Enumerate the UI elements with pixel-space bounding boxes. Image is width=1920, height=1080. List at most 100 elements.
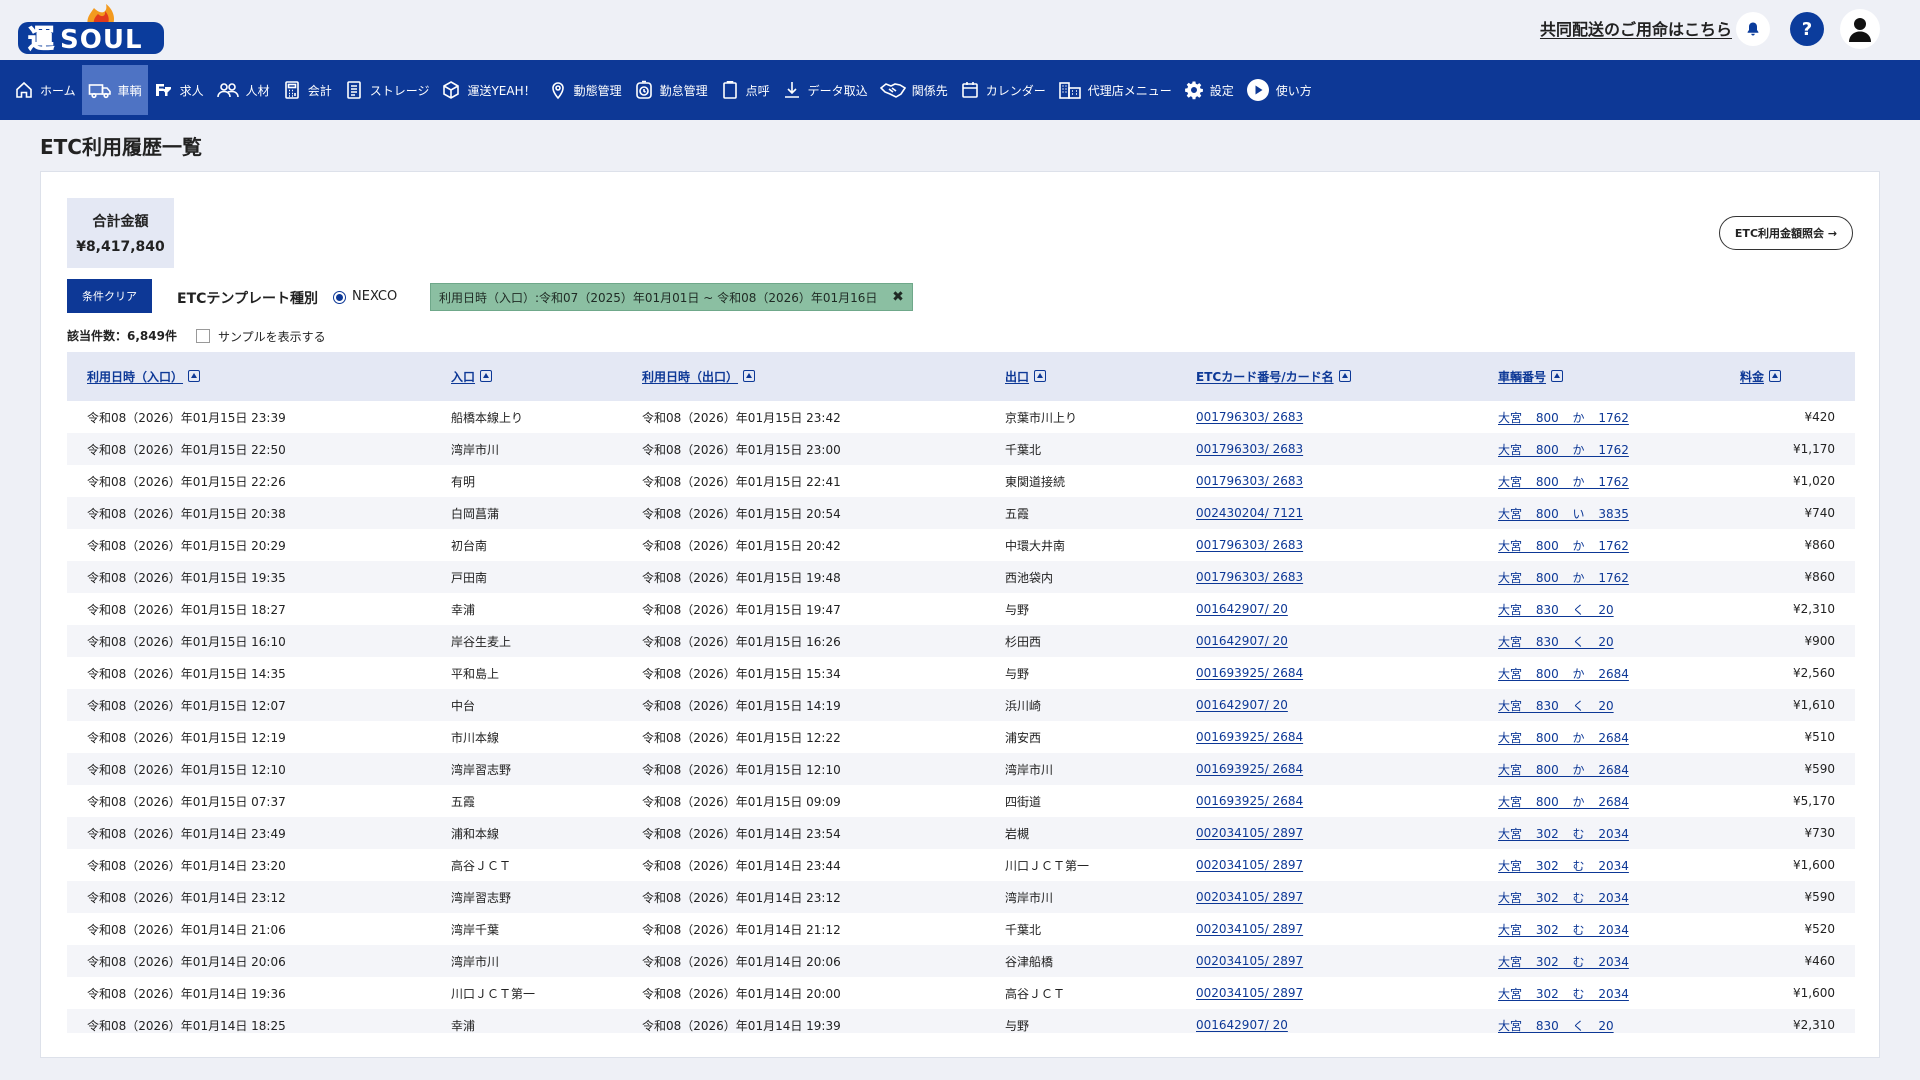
- cell-vehicle-number: 大宮 830 く 20: [1478, 593, 1696, 625]
- vehicle-number-link[interactable]: 大宮 800 か 2684: [1498, 667, 1629, 681]
- vehicle-number-link[interactable]: 大宮 800 か 1762: [1498, 475, 1629, 489]
- nav-item-tracking[interactable]: 動態管理: [542, 65, 628, 115]
- etc-history-table-wrapper[interactable]: 利用日時（入口） 入口 利用日時（出口） 出口 ETCカード番号/カード名 車輌…: [67, 352, 1855, 1033]
- nexco-radio[interactable]: [333, 291, 346, 304]
- column-header-entry-datetime[interactable]: 利用日時（入口）: [67, 352, 431, 401]
- cell-exit: 高谷ＪＣＴ: [1005, 986, 1066, 1001]
- vehicle-number-link[interactable]: 大宮 302 む 2034: [1498, 987, 1629, 1001]
- vehicle-number-link[interactable]: 大宮 302 む 2034: [1498, 859, 1629, 873]
- sort-icon[interactable]: [480, 370, 493, 382]
- sort-icon[interactable]: [188, 370, 201, 382]
- column-header-fee[interactable]: 料金: [1696, 352, 1855, 401]
- etc-card-link[interactable]: 001693925/ 2684: [1196, 762, 1303, 776]
- nav-label: 代理店メニュー: [1087, 83, 1172, 98]
- nav-item-home[interactable]: ホーム: [8, 65, 82, 115]
- cell-etc-card: 001796303/ 2683: [1176, 401, 1478, 433]
- cell-fee: ¥520: [1804, 922, 1835, 936]
- etc-card-link[interactable]: 001796303/ 2683: [1196, 538, 1303, 552]
- show-sample-checkbox[interactable]: [196, 329, 210, 343]
- etc-card-link[interactable]: 001693925/ 2684: [1196, 730, 1303, 744]
- vehicle-number-link[interactable]: 大宮 800 か 2684: [1498, 795, 1629, 809]
- column-header-label[interactable]: ETCカード番号/カード名: [1196, 370, 1334, 384]
- vehicle-number-link[interactable]: 大宮 830 く 20: [1498, 1019, 1614, 1033]
- etc-card-link[interactable]: 002034105/ 2897: [1196, 826, 1303, 840]
- nav-item-settings[interactable]: 設定: [1178, 65, 1240, 115]
- nav-item-storage[interactable]: ストレージ: [338, 65, 436, 115]
- notification-button[interactable]: [1736, 12, 1770, 46]
- vehicle-number-link[interactable]: 大宮 302 む 2034: [1498, 891, 1629, 905]
- cell-fee: ¥1,610: [1793, 698, 1835, 712]
- column-header-exit[interactable]: 出口: [985, 352, 1176, 401]
- etc-card-link[interactable]: 002034105/ 2897: [1196, 954, 1303, 968]
- etc-usage-inquiry-button[interactable]: ETC利用金額照会 →: [1719, 216, 1853, 250]
- sort-icon[interactable]: [1034, 370, 1047, 382]
- nav-item-unso-yeah[interactable]: 運送YEAH！: [435, 65, 541, 115]
- nav-item-accounting[interactable]: 会計: [276, 65, 338, 115]
- sort-icon[interactable]: [743, 370, 756, 382]
- column-header-label[interactable]: 利用日時（出口）: [642, 370, 738, 384]
- etc-card-link[interactable]: 001796303/ 2683: [1196, 474, 1303, 488]
- etc-card-link[interactable]: 001796303/ 2683: [1196, 410, 1303, 424]
- nav-item-agency-menu[interactable]: 代理店メニュー: [1052, 65, 1178, 115]
- vehicle-number-link[interactable]: 大宮 302 む 2034: [1498, 827, 1629, 841]
- nav-item-calendar[interactable]: カレンダー: [954, 65, 1052, 115]
- etc-card-link[interactable]: 001642907/ 20: [1196, 698, 1288, 712]
- etc-card-link[interactable]: 002430204/ 7121: [1196, 506, 1303, 520]
- vehicle-number-link[interactable]: 大宮 302 む 2034: [1498, 923, 1629, 937]
- nav-item-how-to-use[interactable]: 使い方: [1240, 65, 1318, 115]
- etc-card-link[interactable]: 001642907/ 20: [1196, 634, 1288, 648]
- vehicle-number-link[interactable]: 大宮 800 か 1762: [1498, 443, 1629, 457]
- etc-card-link[interactable]: 002034105/ 2897: [1196, 986, 1303, 1000]
- user-menu-button[interactable]: [1840, 9, 1880, 49]
- cell-vehicle-number: 大宮 800 か 2684: [1478, 753, 1696, 785]
- column-header-exit-datetime[interactable]: 利用日時（出口）: [622, 352, 985, 401]
- column-header-label[interactable]: 車輌番号: [1498, 370, 1546, 384]
- vehicle-number-link[interactable]: 大宮 800 か 1762: [1498, 411, 1629, 425]
- clear-conditions-button[interactable]: 条件クリア: [67, 279, 152, 313]
- show-sample-label[interactable]: サンプルを表示する: [218, 328, 326, 345]
- vehicle-number-link[interactable]: 大宮 302 む 2034: [1498, 955, 1629, 969]
- column-header-label[interactable]: 出口: [1005, 370, 1029, 384]
- vehicle-number-link[interactable]: 大宮 800 か 1762: [1498, 571, 1629, 585]
- etc-card-link[interactable]: 001693925/ 2684: [1196, 666, 1303, 680]
- nav-item-rollcall[interactable]: 点呼: [714, 65, 776, 115]
- vehicle-number-link[interactable]: 大宮 800 い 3835: [1498, 507, 1629, 521]
- column-header-label[interactable]: 利用日時（入口）: [87, 370, 183, 384]
- cell-entry: 五霞: [451, 794, 476, 809]
- vehicle-number-link[interactable]: 大宮 830 く 20: [1498, 699, 1614, 713]
- etc-card-link[interactable]: 001642907/ 20: [1196, 1018, 1288, 1032]
- etc-card-link[interactable]: 002034105/ 2897: [1196, 890, 1303, 904]
- nav-item-talent[interactable]: 人材: [210, 65, 276, 115]
- etc-card-link[interactable]: 001693925/ 2684: [1196, 794, 1303, 808]
- vehicle-number-link[interactable]: 大宮 800 か 1762: [1498, 539, 1629, 553]
- etc-card-link[interactable]: 002034105/ 2897: [1196, 858, 1303, 872]
- column-header-label[interactable]: 料金: [1740, 370, 1764, 384]
- job-icon: [155, 84, 171, 96]
- joint-delivery-link[interactable]: 共同配送のご用命はこちら: [1540, 16, 1732, 40]
- help-button[interactable]: ?: [1790, 12, 1824, 46]
- nav-item-attendance[interactable]: 勤怠管理: [628, 65, 714, 115]
- etc-card-link[interactable]: 001642907/ 20: [1196, 602, 1288, 616]
- column-header-label[interactable]: 入口: [451, 370, 475, 384]
- sort-icon[interactable]: [1338, 370, 1351, 382]
- column-header-etc-card[interactable]: ETCカード番号/カード名: [1176, 352, 1478, 401]
- nav-item-jobs[interactable]: 求人: [148, 65, 210, 115]
- sort-icon[interactable]: [1769, 370, 1781, 382]
- nexco-radio-label[interactable]: NEXCO: [352, 289, 397, 304]
- etc-card-link[interactable]: 001796303/ 2683: [1196, 570, 1303, 584]
- column-header-vehicle-number[interactable]: 車輌番号: [1478, 352, 1696, 401]
- vehicle-number-link[interactable]: 大宮 800 か 2684: [1498, 763, 1629, 777]
- sort-icon[interactable]: [1551, 370, 1564, 382]
- vehicle-number-link[interactable]: 大宮 800 か 2684: [1498, 731, 1629, 745]
- cell-exit-datetime: 令和08（2026）年01月15日 09:09: [642, 794, 841, 809]
- etc-card-link[interactable]: 002034105/ 2897: [1196, 922, 1303, 936]
- nav-item-vehicle[interactable]: 車輌: [81, 65, 148, 115]
- nav-item-data-import[interactable]: データ取込: [776, 65, 874, 115]
- vehicle-number-link[interactable]: 大宮 830 く 20: [1498, 603, 1614, 617]
- column-header-entry[interactable]: 入口: [431, 352, 622, 401]
- nav-item-partners[interactable]: 関係先: [874, 65, 954, 115]
- vehicle-number-link[interactable]: 大宮 830 く 20: [1498, 635, 1614, 649]
- close-icon[interactable]: ✖: [890, 289, 906, 305]
- etc-card-link[interactable]: 001796303/ 2683: [1196, 442, 1303, 456]
- app-logo[interactable]: 運 SOUL: [16, 2, 166, 56]
